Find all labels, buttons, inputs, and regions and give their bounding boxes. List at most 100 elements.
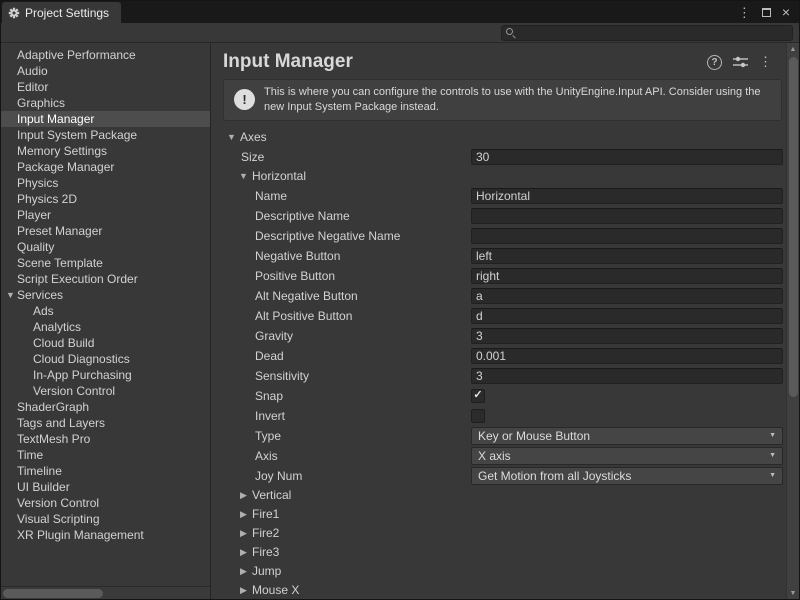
invert-checkbox[interactable] (471, 409, 485, 423)
foldout-open-icon[interactable]: ▼ (4, 291, 17, 300)
axis-dropdown[interactable]: X axis▼ (471, 447, 783, 465)
descriptive-negative-name-field[interactable] (471, 228, 783, 244)
sidebar-item-quality[interactable]: Quality (1, 239, 210, 255)
sidebar-item-memory-settings[interactable]: Memory Settings (1, 143, 210, 159)
sidebar-item-label: Version Control (1, 384, 115, 398)
scrollbar-thumb[interactable] (3, 589, 103, 598)
name-field[interactable] (471, 188, 783, 204)
foldout-fire1[interactable]: ▶Fire1 (211, 505, 783, 524)
sidebar-item-time[interactable]: Time (1, 447, 210, 463)
sidebar-item-graphics[interactable]: Graphics (1, 95, 210, 111)
gear-icon (8, 7, 20, 19)
foldout-axes[interactable]: ▼Axes (211, 128, 783, 147)
main-vertical-scrollbar[interactable]: ▲ ▼ (786, 43, 799, 599)
sidebar-item-physics-2d[interactable]: Physics 2D (1, 191, 210, 207)
sidebar-item-script-execution-order[interactable]: Script Execution Order (1, 271, 210, 287)
more-menu-icon[interactable]: ⋮ (759, 54, 772, 70)
foldout-closed-icon: ▶ (237, 510, 250, 519)
sidebar-item-ads[interactable]: Ads (1, 303, 210, 319)
sidebar-item-textmesh-pro[interactable]: TextMesh Pro (1, 431, 210, 447)
sidebar-item-package-manager[interactable]: Package Manager (1, 159, 210, 175)
alt-positive-button-field[interactable] (471, 308, 783, 324)
sidebar-item-input-manager[interactable]: Input Manager (1, 111, 210, 127)
sidebar-item-audio[interactable]: Audio (1, 63, 210, 79)
maximize-icon[interactable] (762, 8, 771, 17)
sidebar-item-label: Quality (1, 240, 54, 254)
joy-num-dropdown[interactable]: Get Motion from all Joysticks▼ (471, 467, 783, 485)
sidebar-item-label: Player (1, 208, 51, 222)
foldout-horizontal[interactable]: ▼Horizontal (211, 167, 783, 186)
sidebar-item-in-app-purchasing[interactable]: In-App Purchasing (1, 367, 210, 383)
scrollbar-thumb[interactable] (789, 57, 798, 397)
sidebar-item-label: Timeline (1, 464, 62, 478)
sidebar-item-cloud-diagnostics[interactable]: Cloud Diagnostics (1, 351, 210, 367)
property-label: Sensitivity (255, 369, 471, 383)
tab-project-settings[interactable]: Project Settings (2, 2, 121, 23)
sidebar-item-label: Editor (1, 80, 48, 94)
foldout-fire3[interactable]: ▶Fire3 (211, 543, 783, 562)
sidebar-item-label: TextMesh Pro (1, 432, 90, 446)
window-menu-icon[interactable]: ⋮ (738, 6, 751, 19)
foldout-fire2[interactable]: ▶Fire2 (211, 524, 783, 543)
dead-field[interactable] (471, 348, 783, 364)
help-icon[interactable]: ? (707, 55, 722, 70)
foldout-label: Jump (252, 564, 281, 578)
alt-negative-button-field[interactable] (471, 288, 783, 304)
sidebar-item-player[interactable]: Player (1, 207, 210, 223)
sidebar-item-visual-scripting[interactable]: Visual Scripting (1, 511, 210, 527)
property-label: Type (255, 429, 471, 443)
sidebar-item-scene-template[interactable]: Scene Template (1, 255, 210, 271)
sidebar-item-label: Cloud Build (1, 336, 94, 350)
unity-project-settings-window: { "icons": { "kebab": "⋮", "close": "×",… (0, 0, 800, 600)
sidebar-horizontal-scrollbar[interactable] (1, 586, 210, 599)
foldout-jump[interactable]: ▶Jump (211, 562, 783, 581)
sidebar-item-label: Preset Manager (1, 224, 102, 238)
sidebar-item-services[interactable]: ▼Services (1, 287, 210, 303)
search-input[interactable] (520, 26, 788, 40)
foldout-label: Horizontal (252, 169, 306, 183)
snap-checkbox[interactable]: ✓ (471, 389, 485, 403)
property-label: Axis (255, 449, 471, 463)
foldout-closed-icon: ▶ (237, 567, 250, 576)
property-row-negative-button: Negative Button (211, 246, 783, 266)
axes-settings: ▼Axes Size ▼Horizontal Name Descriptive … (211, 128, 786, 599)
close-icon[interactable]: × (782, 5, 790, 19)
positive-button-field[interactable] (471, 268, 783, 284)
search-box[interactable] (501, 25, 793, 41)
sidebar-item-input-system-package[interactable]: Input System Package (1, 127, 210, 143)
titlebar: Project Settings ⋮ × (1, 1, 799, 23)
sidebar-item-xr-plugin-management[interactable]: XR Plugin Management (1, 527, 210, 543)
sidebar-item-label: UI Builder (1, 480, 70, 494)
sidebar-item-cloud-build[interactable]: Cloud Build (1, 335, 210, 351)
content-area: Adaptive Performance Audio Editor Graphi… (1, 43, 799, 599)
settings-sidebar: Adaptive Performance Audio Editor Graphi… (1, 43, 211, 599)
foldout-mouse-x[interactable]: ▶Mouse X (211, 581, 783, 599)
sidebar-item-tags-and-layers[interactable]: Tags and Layers (1, 415, 210, 431)
sidebar-item-version-control[interactable]: Version Control (1, 495, 210, 511)
sidebar-item-editor[interactable]: Editor (1, 79, 210, 95)
sidebar-item-shadergraph[interactable]: ShaderGraph (1, 399, 210, 415)
property-row-size: Size (211, 147, 783, 167)
sidebar-item-timeline[interactable]: Timeline (1, 463, 210, 479)
sidebar-item-ui-builder[interactable]: UI Builder (1, 479, 210, 495)
descriptive-name-field[interactable] (471, 208, 783, 224)
sidebar-item-analytics[interactable]: Analytics (1, 319, 210, 335)
presets-icon[interactable] (733, 56, 748, 68)
negative-button-field[interactable] (471, 248, 783, 264)
scroll-up-icon[interactable]: ▲ (787, 43, 800, 55)
property-label: Invert (255, 409, 471, 423)
sidebar-item-version-control-service[interactable]: Version Control (1, 383, 210, 399)
sensitivity-field[interactable] (471, 368, 783, 384)
foldout-open-icon: ▼ (237, 172, 250, 181)
chevron-down-icon: ▼ (769, 472, 776, 479)
sidebar-item-physics[interactable]: Physics (1, 175, 210, 191)
sidebar-item-preset-manager[interactable]: Preset Manager (1, 223, 210, 239)
foldout-vertical[interactable]: ▶Vertical (211, 486, 783, 505)
sidebar-item-adaptive-performance[interactable]: Adaptive Performance (1, 47, 210, 63)
scroll-down-icon[interactable]: ▼ (787, 587, 800, 599)
gravity-field[interactable] (471, 328, 783, 344)
size-field[interactable] (471, 149, 783, 165)
property-label: Joy Num (255, 469, 471, 483)
type-dropdown[interactable]: Key or Mouse Button▼ (471, 427, 783, 445)
sidebar-item-label: Ads (1, 304, 54, 318)
